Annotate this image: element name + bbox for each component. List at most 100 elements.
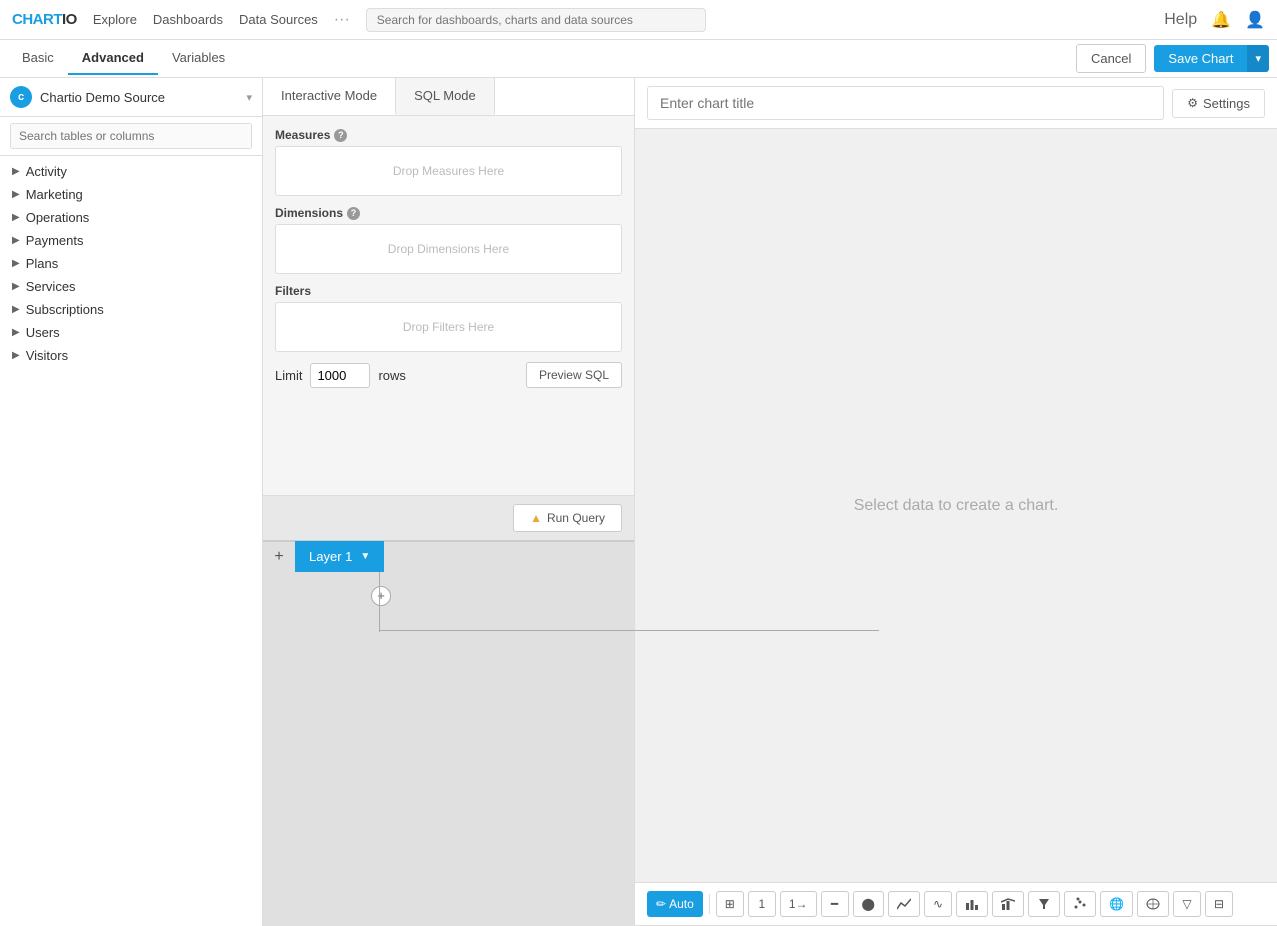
add-layer-button[interactable]: + — [263, 541, 295, 573]
measures-section: Measures ? Drop Measures Here — [275, 128, 622, 196]
chart-tool-table[interactable]: ⊞ — [716, 891, 744, 917]
chart-toolbar: ✏ Auto ⊞ 1 1→ ━ ⬤ ∿ — [635, 882, 1277, 926]
tree-item-subscriptions[interactable]: ▶ Subscriptions — [0, 298, 262, 321]
notifications-icon[interactable]: 🔔 — [1211, 10, 1231, 30]
tree-item-users[interactable]: ▶ Users — [0, 321, 262, 344]
filters-section: Filters Drop Filters Here — [275, 284, 622, 352]
help-link[interactable]: Help — [1164, 11, 1197, 29]
chart-tool-combo[interactable] — [992, 891, 1024, 917]
datasource-selector[interactable]: c Chartio Demo Source ▾ — [0, 78, 262, 117]
limit-label: Limit — [275, 368, 302, 383]
save-chart-button[interactable]: Save Chart — [1154, 45, 1247, 72]
tab-variables[interactable]: Variables — [158, 42, 239, 75]
layer-connector — [379, 572, 380, 632]
measures-help-icon[interactable]: ? — [334, 129, 347, 142]
chart-title-input[interactable] — [647, 86, 1164, 120]
chart-tool-world-map[interactable]: 🌐 — [1100, 891, 1133, 917]
chart-title-bar: ⚙ Settings — [635, 78, 1277, 129]
dimensions-section: Dimensions ? Drop Dimensions Here — [275, 206, 622, 274]
chart-tool-pivot[interactable]: ⊟ — [1205, 891, 1233, 917]
explore-link[interactable]: Explore — [93, 12, 137, 27]
chart-tool-filter[interactable]: ▽ — [1173, 891, 1201, 917]
datasource-caret-icon: ▾ — [246, 91, 252, 104]
rows-label: rows — [378, 368, 405, 383]
chart-tool-single-value[interactable]: 1 — [748, 891, 776, 917]
toolbar-separator — [709, 894, 710, 914]
chart-tool-pie[interactable]: ⬤ — [853, 891, 884, 917]
tree-item-label: Visitors — [26, 348, 68, 363]
tree-item-plans[interactable]: ▶ Plans — [0, 252, 262, 275]
tab-basic[interactable]: Basic — [8, 42, 68, 75]
run-query-label: Run Query — [547, 511, 605, 525]
limit-row: Limit rows Preview SQL — [275, 362, 622, 388]
tree-item-label: Payments — [26, 233, 84, 248]
layers-bar: + Layer 1 ▼ — [263, 540, 634, 572]
chart-tool-column[interactable] — [956, 891, 988, 917]
run-query-button[interactable]: ▲ Run Query — [513, 504, 622, 532]
chart-tool-us-map[interactable] — [1137, 891, 1169, 917]
chart-tool-bar[interactable]: ━ — [821, 891, 849, 917]
search-box — [0, 117, 262, 156]
auto-icon: ✏ — [656, 897, 666, 911]
tree-caret-icon: ▶ — [12, 281, 20, 292]
user-icon[interactable]: 👤 — [1245, 10, 1265, 30]
datasource-name: Chartio Demo Source — [40, 90, 238, 105]
add-datasource-button[interactable]: + — [371, 586, 391, 606]
tree-item-marketing[interactable]: ▶ Marketing — [0, 183, 262, 206]
tree-caret-icon: ▶ — [12, 166, 20, 177]
datasource-icon: c — [10, 86, 32, 108]
dimensions-drop-text: Drop Dimensions Here — [388, 242, 509, 256]
run-query-bar: ▲ Run Query — [263, 495, 634, 540]
top-nav: CHARTIO Explore Dashboards Data Sources … — [0, 0, 1277, 40]
tree-item-visitors[interactable]: ▶ Visitors — [0, 344, 262, 367]
tab-bar: Basic Advanced Variables Cancel Save Cha… — [0, 40, 1277, 78]
dashboards-link[interactable]: Dashboards — [153, 12, 223, 27]
interactive-mode-tab[interactable]: Interactive Mode — [263, 78, 396, 115]
global-search-input[interactable] — [366, 8, 706, 32]
save-chart-caret[interactable]: ▾ — [1247, 45, 1269, 72]
filters-drop-zone[interactable]: Drop Filters Here — [275, 302, 622, 352]
dimensions-drop-zone[interactable]: Drop Dimensions Here — [275, 224, 622, 274]
tab-advanced[interactable]: Advanced — [68, 42, 158, 75]
gear-icon: ⚙ — [1187, 96, 1198, 110]
tree-caret-icon: ▶ — [12, 350, 20, 361]
logo: CHARTIO — [12, 11, 77, 28]
settings-label: Settings — [1203, 96, 1250, 111]
auto-label: Auto — [669, 897, 694, 911]
chart-tool-funnel[interactable] — [1028, 891, 1060, 917]
chart-tool-area[interactable] — [888, 891, 920, 917]
chart-tool-line[interactable]: ∿ — [924, 891, 952, 917]
below-layers-inner: + — [263, 572, 634, 926]
tree-item-label: Operations — [26, 210, 90, 225]
query-area: Measures ? Drop Measures Here Dimensions… — [263, 116, 634, 495]
tree-item-payments[interactable]: ▶ Payments — [0, 229, 262, 252]
settings-button[interactable]: ⚙ Settings — [1172, 89, 1265, 118]
dimensions-help-icon[interactable]: ? — [347, 207, 360, 220]
layer-tab-1[interactable]: Layer 1 ▼ — [295, 541, 384, 573]
more-nav-icon[interactable]: ··· — [334, 11, 350, 29]
sql-mode-tab[interactable]: SQL Mode — [396, 78, 495, 115]
tree-item-operations[interactable]: ▶ Operations — [0, 206, 262, 229]
table-search-input[interactable] — [10, 123, 252, 149]
layer-caret-icon: ▼ — [360, 551, 370, 562]
dimensions-label: Dimensions ? — [275, 206, 622, 220]
table-tree: ▶ Activity ▶ Marketing ▶ Operations ▶ Pa… — [0, 156, 262, 926]
measures-drop-zone[interactable]: Drop Measures Here — [275, 146, 622, 196]
filters-drop-text: Drop Filters Here — [403, 320, 494, 334]
tab-actions: Cancel Save Chart ▾ — [1076, 44, 1269, 73]
limit-input[interactable] — [310, 363, 370, 388]
chart-tool-scatter[interactable] — [1064, 891, 1096, 917]
measures-drop-text: Drop Measures Here — [393, 164, 504, 178]
measures-label: Measures ? — [275, 128, 622, 142]
tree-item-activity[interactable]: ▶ Activity — [0, 160, 262, 183]
main-layout: c Chartio Demo Source ▾ ▶ Activity ▶ Mar… — [0, 78, 1277, 926]
preview-sql-button[interactable]: Preview SQL — [526, 362, 622, 388]
chart-tool-single-value-trend[interactable]: 1→ — [780, 891, 817, 917]
chart-empty-text: Select data to create a chart. — [854, 497, 1059, 515]
cancel-button[interactable]: Cancel — [1076, 44, 1146, 73]
datasources-link[interactable]: Data Sources — [239, 12, 318, 27]
left-panel: c Chartio Demo Source ▾ ▶ Activity ▶ Mar… — [0, 78, 263, 926]
chart-tool-auto[interactable]: ✏ Auto — [647, 891, 703, 917]
tree-item-services[interactable]: ▶ Services — [0, 275, 262, 298]
tree-item-label: Users — [26, 325, 60, 340]
